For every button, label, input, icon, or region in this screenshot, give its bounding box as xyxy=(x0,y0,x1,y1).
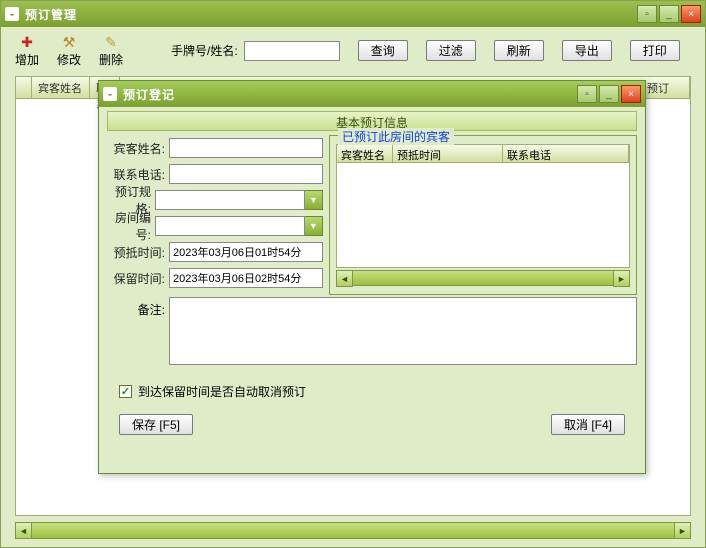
form-area: 宾客姓名: 联系电话: 预订规格: ▼ 房间编号: xyxy=(107,135,637,295)
search-label: 手牌号/姓名: xyxy=(171,42,238,59)
main-horizontal-scrollbar[interactable]: ◄ ► xyxy=(15,522,691,539)
scroll-track[interactable] xyxy=(32,522,674,539)
remark-textarea[interactable] xyxy=(169,297,637,365)
edit-button[interactable]: ⚒ 修改 xyxy=(57,33,81,68)
auto-cancel-label: 到达保留时间是否自动取消预订 xyxy=(138,383,306,400)
room-combo[interactable]: ▼ xyxy=(155,216,323,236)
scroll-right-button[interactable]: ► xyxy=(613,270,630,287)
save-button[interactable]: 保存 [F5] xyxy=(119,414,193,435)
dialog-minimize-button[interactable]: _ xyxy=(599,85,619,103)
booked-legend: 已预订此房间的宾客 xyxy=(338,128,454,145)
scroll-left-button[interactable]: ◄ xyxy=(15,522,32,539)
hold-label: 保留时间: xyxy=(107,270,169,287)
phone-label: 联系电话: xyxy=(107,166,169,183)
cancel-button[interactable]: 取消 [F4] xyxy=(551,414,625,435)
booked-col-name[interactable]: 宾客姓名 xyxy=(337,145,393,162)
arrive-input[interactable] xyxy=(169,242,323,262)
add-button[interactable]: ✚ 增加 xyxy=(15,33,39,68)
brush-icon: ✎ xyxy=(102,33,120,51)
dialog-body: 基本预订信息 宾客姓名: 联系电话: 预订规格: ▼ xyxy=(99,107,645,443)
dialog-restore-button[interactable]: ▫ xyxy=(577,85,597,103)
remark-label: 备注: xyxy=(107,297,169,365)
right-pane: 已预订此房间的宾客 宾客姓名 预抵时间 联系电话 ◄ ► xyxy=(329,135,637,295)
booked-horizontal-scrollbar[interactable]: ◄ ► xyxy=(336,270,630,286)
col-guest-name[interactable]: 宾客姓名 xyxy=(32,77,90,98)
room-label: 房间编号: xyxy=(107,209,155,243)
search-input[interactable] xyxy=(244,41,340,61)
query-button[interactable]: 查询 xyxy=(358,40,408,61)
spec-combo[interactable]: ▼ xyxy=(155,190,323,210)
scroll-left-button[interactable]: ◄ xyxy=(336,270,353,287)
guest-name-label: 宾客姓名: xyxy=(107,140,169,157)
hammer-icon: ⚒ xyxy=(60,33,78,51)
export-button[interactable]: 导出 xyxy=(562,40,612,61)
filter-button[interactable]: 过滤 xyxy=(426,40,476,61)
search-area: 手牌号/姓名: xyxy=(171,41,340,61)
booked-col-arrive[interactable]: 预抵时间 xyxy=(393,145,503,162)
app-icon: - xyxy=(5,7,19,21)
remark-row: 备注: xyxy=(107,297,637,365)
scroll-track[interactable] xyxy=(353,270,613,286)
main-titlebar: - 预订管理 ▫ _ × xyxy=(1,1,705,27)
dialog-titlebar: - 预订登记 ▫ _ × xyxy=(99,81,645,107)
print-button[interactable]: 打印 xyxy=(630,40,680,61)
chevron-down-icon[interactable]: ▼ xyxy=(305,216,323,236)
booked-grid: 宾客姓名 预抵时间 联系电话 xyxy=(336,144,630,268)
grid-corner xyxy=(16,77,32,98)
plus-icon: ✚ xyxy=(18,33,36,51)
left-form: 宾客姓名: 联系电话: 预订规格: ▼ 房间编号: xyxy=(107,135,323,295)
hold-input[interactable] xyxy=(169,268,323,288)
main-toolbar: ✚ 增加 ⚒ 修改 ✎ 删除 手牌号/姓名: 查询 过滤 刷新 导出 打印 xyxy=(1,27,705,74)
main-minimize-button[interactable]: _ xyxy=(659,5,679,23)
guest-name-input[interactable] xyxy=(169,138,323,158)
booked-grid-header: 宾客姓名 预抵时间 联系电话 xyxy=(337,145,629,163)
auto-cancel-checkbox[interactable]: ✓ xyxy=(119,385,132,398)
dialog-footer: 保存 [F5] 取消 [F4] xyxy=(107,414,637,435)
auto-cancel-row: ✓ 到达保留时间是否自动取消预订 xyxy=(119,383,637,400)
phone-input[interactable] xyxy=(169,164,323,184)
booking-dialog: - 预订登记 ▫ _ × 基本预订信息 宾客姓名: 联系电话: 预订规格: xyxy=(98,80,646,474)
room-input[interactable] xyxy=(155,216,305,236)
main-title: 预订管理 xyxy=(25,6,635,23)
dialog-close-button[interactable]: × xyxy=(621,85,641,103)
dialog-icon: - xyxy=(103,87,117,101)
arrive-label: 预抵时间: xyxy=(107,244,169,261)
main-restore-button[interactable]: ▫ xyxy=(637,5,657,23)
scroll-right-button[interactable]: ► xyxy=(674,522,691,539)
main-close-button[interactable]: × xyxy=(681,5,701,23)
booked-col-phone[interactable]: 联系电话 xyxy=(503,145,629,162)
dialog-title: 预订登记 xyxy=(123,86,575,103)
delete-button[interactable]: ✎ 删除 xyxy=(99,33,123,68)
refresh-button[interactable]: 刷新 xyxy=(494,40,544,61)
booked-guests-box: 已预订此房间的宾客 宾客姓名 预抵时间 联系电话 ◄ ► xyxy=(329,135,637,295)
chevron-down-icon[interactable]: ▼ xyxy=(305,190,323,210)
spec-input[interactable] xyxy=(155,190,305,210)
